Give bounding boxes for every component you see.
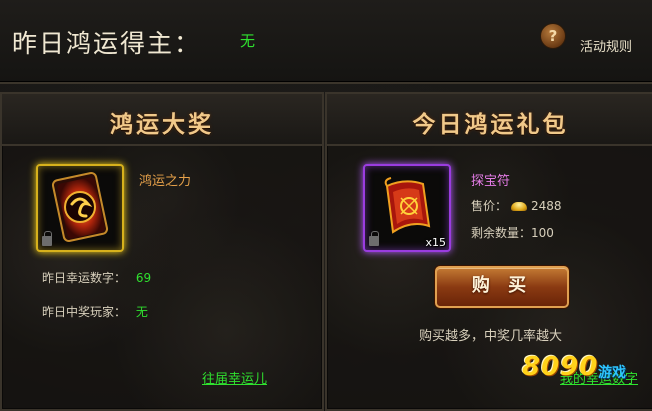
- yesterday-winner-label: 昨日鸿运得主：: [12, 29, 202, 58]
- item-quantity: x15: [425, 236, 446, 249]
- remaining-label: 剩余数量：: [471, 226, 532, 240]
- panel-title-bar: 今日鸿运礼包: [327, 94, 652, 146]
- winner-player-line: 昨日中奖玩家： 无: [42, 303, 148, 320]
- header-bar: 昨日鸿运得主： 无 ? 活动规则: [0, 0, 652, 84]
- pack-item-slot[interactable]: x15: [363, 164, 451, 252]
- past-winners-link[interactable]: 往届幸运儿: [202, 368, 267, 387]
- gold-ingot-icon: [511, 202, 528, 211]
- buy-tip: 购买越多，中奖几率越大: [418, 329, 562, 344]
- panel-title-bar: 鸿运大奖: [2, 94, 322, 146]
- winner-player-value: 无: [135, 305, 148, 319]
- winner-player-label: 昨日中奖玩家：: [42, 305, 127, 319]
- yesterday-winner-value: 无: [240, 32, 256, 50]
- daily-pack-title: 今日鸿运礼包: [412, 112, 569, 138]
- buy-button[interactable]: 购 买: [435, 266, 569, 308]
- lucky-number-label: 昨日幸运数字：: [42, 271, 127, 285]
- remaining-value: 100: [531, 226, 554, 240]
- event-window: 昨日鸿运得主： 无 ? 活动规则 鸿运大奖 鸿运之力 昨日幸运数字： 69 昨日…: [0, 0, 652, 411]
- lucky-number-line: 昨日幸运数字： 69: [42, 269, 151, 286]
- lucky-number-value: 69: [135, 271, 152, 285]
- price-value: 2488: [531, 199, 562, 213]
- grand-prize-panel: 鸿运大奖 鸿运之力 昨日幸运数字： 69 昨日中奖玩家： 无 往届幸运儿: [0, 92, 324, 411]
- price-line: 售价： 2488: [471, 197, 562, 214]
- grand-prize-title: 鸿运大奖: [110, 112, 214, 138]
- remaining-line: 剩余数量：100: [471, 224, 554, 241]
- prize-item-slot[interactable]: [36, 164, 124, 252]
- price-label: 售价：: [471, 199, 508, 213]
- lock-icon: [42, 231, 52, 246]
- lock-icon: [369, 231, 379, 246]
- question-icon[interactable]: ?: [540, 23, 566, 49]
- rules-link[interactable]: 活动规则: [580, 36, 632, 55]
- prize-item-name[interactable]: 鸿运之力: [139, 170, 191, 189]
- pack-item-name[interactable]: 探宝符: [471, 170, 510, 189]
- site-watermark-sub: 游戏: [598, 365, 626, 381]
- site-watermark: 8090: [522, 352, 599, 382]
